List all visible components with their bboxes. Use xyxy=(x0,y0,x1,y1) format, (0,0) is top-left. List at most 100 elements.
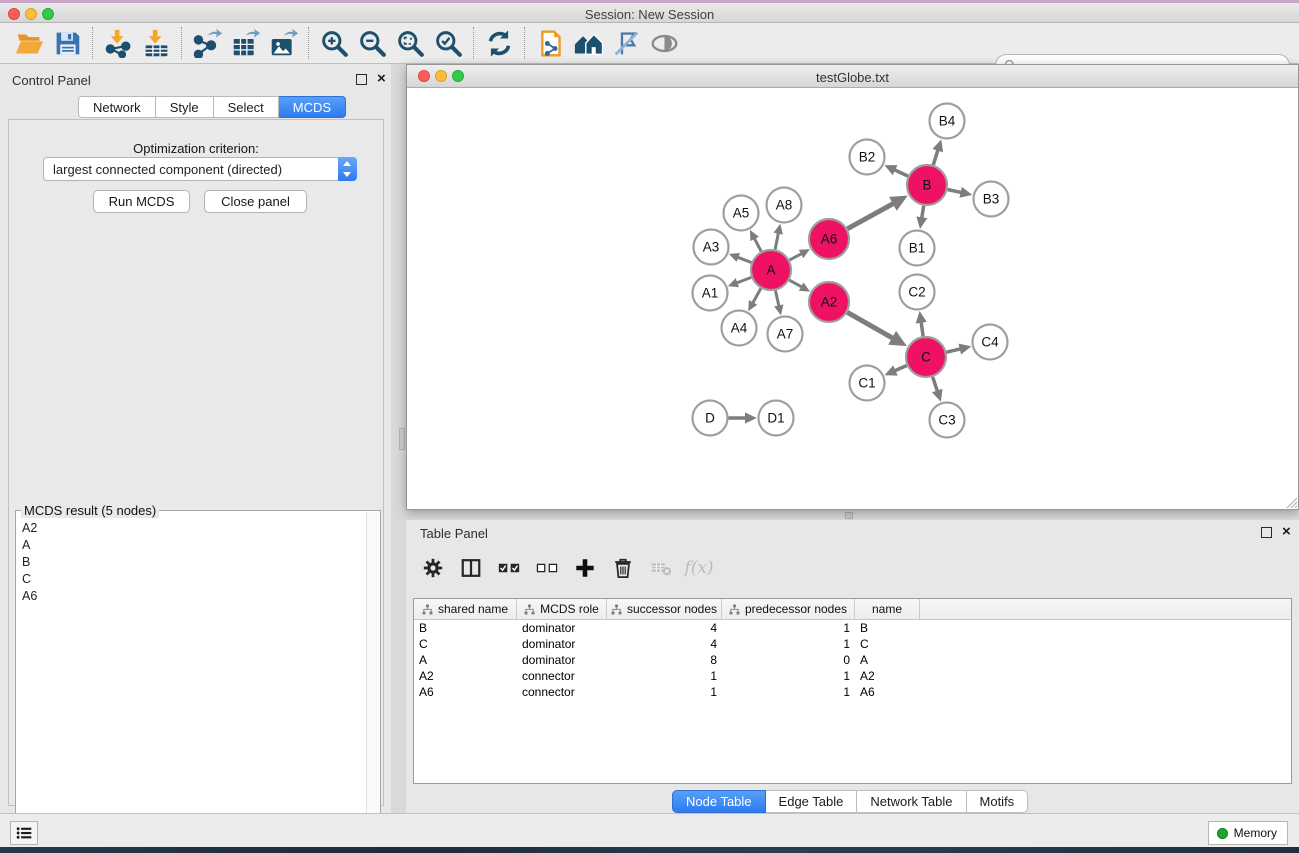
cell-name[interactable]: A6 xyxy=(855,685,920,699)
tab-select[interactable]: Select xyxy=(214,96,279,118)
import-network-icon[interactable] xyxy=(99,26,137,60)
tab-motifs[interactable]: Motifs xyxy=(967,790,1029,813)
graph-node-A5[interactable]: A5 xyxy=(724,196,759,231)
column-header-successor-nodes[interactable]: successor nodes xyxy=(607,599,722,619)
table-row-A[interactable]: Adominator80A xyxy=(414,652,1291,668)
cell-shared_name[interactable]: C xyxy=(414,637,517,651)
task-history-button[interactable] xyxy=(10,821,38,845)
deselect-all-columns-icon[interactable] xyxy=(528,551,566,585)
cell-predecessor_nodes[interactable]: 1 xyxy=(722,685,855,699)
graph-node-D[interactable]: D xyxy=(693,401,728,436)
cell-successor_nodes[interactable]: 4 xyxy=(607,621,722,635)
graph-node-A6[interactable]: A6 xyxy=(809,219,849,259)
edge-A-A1[interactable] xyxy=(737,277,752,283)
edge-A-A3[interactable] xyxy=(738,257,752,262)
memory-button[interactable]: Memory xyxy=(1208,821,1288,845)
cell-mcds_role[interactable]: dominator xyxy=(517,637,607,651)
optimization-criterion-select[interactable]: largest connected component (directed) xyxy=(43,157,357,181)
create-column-icon[interactable] xyxy=(566,551,604,585)
edge-C-C2[interactable] xyxy=(921,322,923,336)
cell-name[interactable]: B xyxy=(855,621,920,635)
export-table-icon[interactable] xyxy=(226,26,264,60)
mcds-result-item[interactable]: A6 xyxy=(16,587,365,604)
float-panel-icon[interactable] xyxy=(356,74,367,85)
edge-A-A6[interactable] xyxy=(790,254,802,261)
close-panel-icon[interactable]: × xyxy=(377,73,386,84)
graph-node-A1[interactable]: A1 xyxy=(693,276,728,311)
refresh-layout-icon[interactable] xyxy=(480,26,518,60)
table-row-B[interactable]: Bdominator41B xyxy=(414,620,1291,636)
cell-successor_nodes[interactable]: 1 xyxy=(607,669,722,683)
import-table-icon[interactable] xyxy=(137,26,175,60)
cell-name[interactable]: A xyxy=(855,653,920,667)
cell-shared_name[interactable]: A xyxy=(414,653,517,667)
graph-node-B1[interactable]: B1 xyxy=(900,231,935,266)
graph-node-D1[interactable]: D1 xyxy=(759,401,794,436)
cell-mcds_role[interactable]: connector xyxy=(517,685,607,699)
cell-successor_nodes[interactable]: 4 xyxy=(607,637,722,651)
graph-node-B4[interactable]: B4 xyxy=(930,104,965,139)
table-row-A2[interactable]: A2connector11A2 xyxy=(414,668,1291,684)
tab-mcds[interactable]: MCDS xyxy=(279,96,346,118)
select-all-columns-icon[interactable] xyxy=(490,551,528,585)
cell-mcds_role[interactable]: dominator xyxy=(517,621,607,635)
graph-node-A3[interactable]: A3 xyxy=(694,230,729,265)
graph-node-A[interactable]: A xyxy=(751,250,791,290)
tab-node-table[interactable]: Node Table xyxy=(672,790,766,813)
network-window-titlebar[interactable]: testGlobe.txt xyxy=(407,65,1298,88)
mcds-result-item[interactable]: A xyxy=(16,536,365,553)
edge-A-A8[interactable] xyxy=(775,233,778,250)
edge-A-A4[interactable] xyxy=(753,288,761,303)
edge-A-A7[interactable] xyxy=(775,291,778,307)
graph-node-C3[interactable]: C3 xyxy=(930,403,965,438)
node-table[interactable]: shared nameMCDS rolesuccessor nodesprede… xyxy=(413,598,1292,784)
edge-B-B4[interactable] xyxy=(933,150,938,165)
window-titlebar[interactable]: Session: New Session xyxy=(0,3,1299,23)
edge-A-A2[interactable] xyxy=(789,280,802,287)
home-icon[interactable] xyxy=(569,26,607,60)
column-header-predecessor-nodes[interactable]: predecessor nodes xyxy=(722,599,855,619)
window-resize-grip[interactable] xyxy=(1285,496,1297,508)
cell-name[interactable]: A2 xyxy=(855,669,920,683)
tab-edge-table[interactable]: Edge Table xyxy=(766,790,858,813)
float-table-panel-icon[interactable] xyxy=(1261,527,1272,538)
edge-A2-C[interactable] xyxy=(847,312,893,338)
mcds-result-item[interactable]: B xyxy=(16,553,365,570)
edge-B-B3[interactable] xyxy=(948,189,962,192)
save-session-icon[interactable] xyxy=(48,26,86,60)
edge-A-A5[interactable] xyxy=(754,238,761,251)
clone-network-icon[interactable] xyxy=(531,26,569,60)
edge-A6-B[interactable] xyxy=(847,203,894,229)
cell-name[interactable]: C xyxy=(855,637,920,651)
close-table-panel-icon[interactable]: × xyxy=(1282,526,1291,537)
run-mcds-button[interactable]: Run MCDS xyxy=(93,190,190,213)
result-scrollbar[interactable] xyxy=(366,512,380,853)
column-header-shared-name[interactable]: shared name xyxy=(414,599,517,619)
delete-rows-icon[interactable] xyxy=(604,551,642,585)
cell-predecessor_nodes[interactable]: 1 xyxy=(722,637,855,651)
cell-shared_name[interactable]: A6 xyxy=(414,685,517,699)
cell-shared_name[interactable]: B xyxy=(414,621,517,635)
zoom-selected-icon[interactable] xyxy=(429,26,467,60)
graph-node-A8[interactable]: A8 xyxy=(767,188,802,223)
edge-B-B1[interactable] xyxy=(922,206,924,219)
cell-predecessor_nodes[interactable]: 1 xyxy=(722,621,855,635)
horizontal-splitter-handle[interactable] xyxy=(845,512,853,519)
graph-node-C4[interactable]: C4 xyxy=(973,325,1008,360)
graph-node-C1[interactable]: C1 xyxy=(850,366,885,401)
zoom-fit-icon[interactable] xyxy=(391,26,429,60)
cell-mcds_role[interactable]: dominator xyxy=(517,653,607,667)
column-layout-icon[interactable] xyxy=(452,551,490,585)
zoom-in-icon[interactable] xyxy=(315,26,353,60)
edge-C-C4[interactable] xyxy=(946,349,960,352)
toggle-annotations-icon[interactable] xyxy=(607,26,645,60)
cell-predecessor_nodes[interactable]: 0 xyxy=(722,653,855,667)
column-header-MCDS-role[interactable]: MCDS role xyxy=(517,599,607,619)
tab-style[interactable]: Style xyxy=(156,96,214,118)
edge-C-C1[interactable] xyxy=(894,365,906,370)
cell-successor_nodes[interactable]: 8 xyxy=(607,653,722,667)
cell-mcds_role[interactable]: connector xyxy=(517,669,607,683)
graph-node-C[interactable]: C xyxy=(906,337,946,377)
open-file-icon[interactable] xyxy=(10,26,48,60)
graph-node-B[interactable]: B xyxy=(907,165,947,205)
